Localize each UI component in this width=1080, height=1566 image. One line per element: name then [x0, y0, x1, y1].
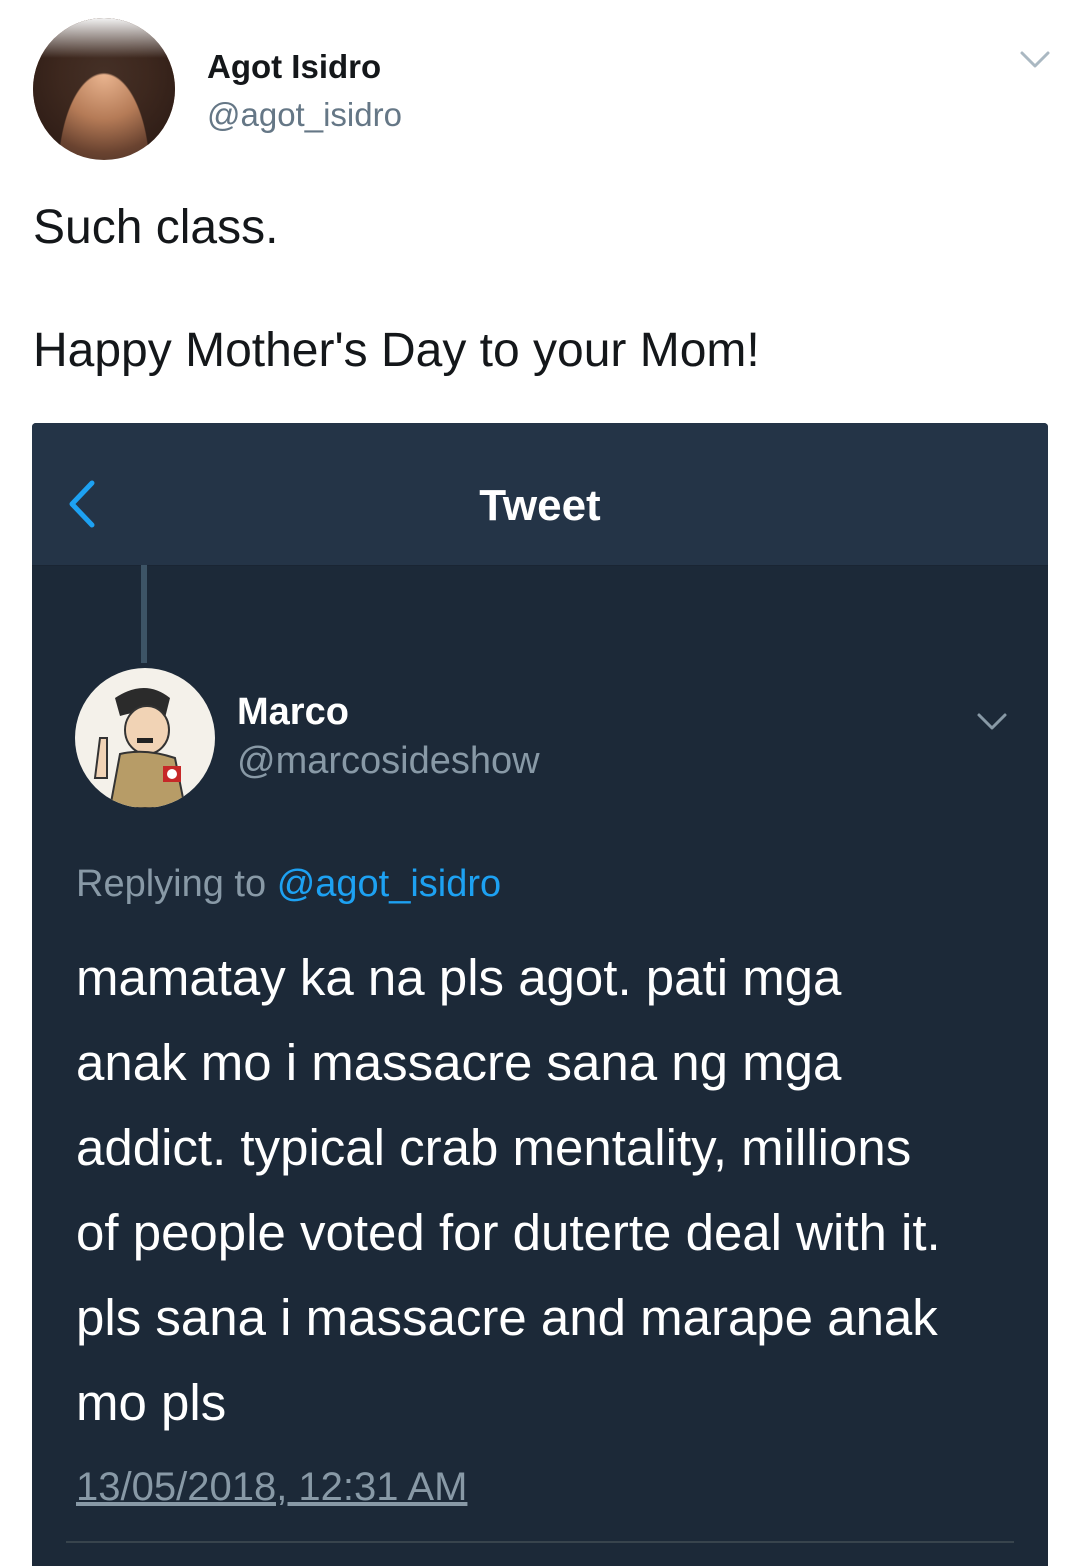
caricature-icon	[93, 688, 187, 808]
divider	[66, 1541, 1014, 1543]
cartoon-caricature-avatar	[75, 668, 215, 808]
tweet-text-line: Happy Mother's Day to your Mom!	[33, 324, 760, 377]
replying-prefix: Replying to	[76, 863, 267, 905]
author-name[interactable]: Agot Isidro	[207, 48, 381, 86]
replying-mention: @agot_isidro	[276, 863, 502, 905]
embedded-tweet-body: mamatay ka na pls agot. pati mga anak mo…	[76, 935, 941, 1445]
author-avatar[interactable]	[33, 18, 175, 160]
body-line: anak mo i massacre sana ng mga	[76, 1034, 842, 1091]
chevron-down-icon	[977, 713, 1007, 730]
embedded-author-name: Marco	[237, 691, 349, 733]
body-line: mamatay ka na pls agot. pati mga	[76, 949, 842, 1006]
embedded-author-handle: @marcosideshow	[237, 740, 540, 782]
avatar-light-shape	[33, 18, 175, 58]
thread-connector-line	[141, 565, 147, 663]
embedded-header-bar: Tweet	[32, 423, 1048, 566]
embedded-screenshot[interactable]: Tweet Marco @marcosideshow Replying to @…	[32, 423, 1048, 1566]
body-line: pls sana i massacre and marape anak	[76, 1289, 938, 1346]
embedded-timestamp: 13/05/2018, 12:31 AM	[76, 1465, 468, 1509]
chevron-down-icon[interactable]	[1018, 44, 1052, 74]
author-handle[interactable]: @agot_isidro	[207, 96, 402, 134]
body-line: addict. typical crab mentality, millions	[76, 1119, 912, 1176]
replying-to-line: Replying to @agot_isidro	[76, 863, 501, 906]
tweet-text-line: Such class.	[33, 201, 279, 254]
body-line: of people voted for duterte deal with it…	[76, 1204, 941, 1261]
embedded-header-title: Tweet	[479, 481, 601, 530]
body-line: mo pls	[76, 1374, 227, 1431]
